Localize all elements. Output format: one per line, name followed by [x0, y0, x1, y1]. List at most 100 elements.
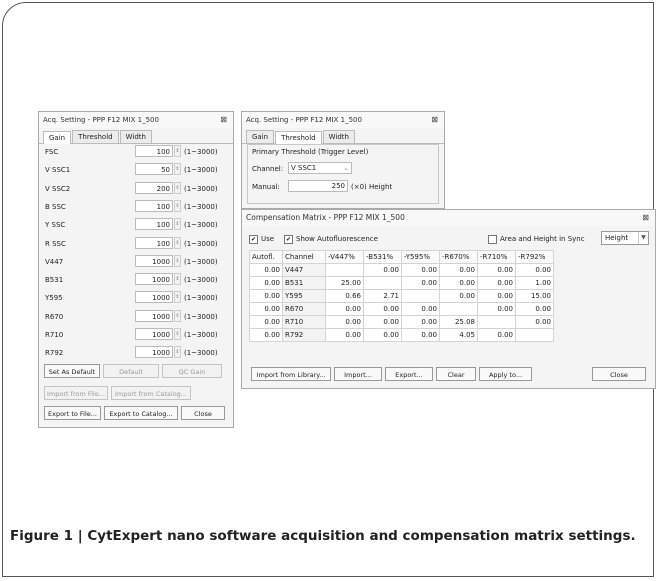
tab-width[interactable]: Width	[119, 130, 152, 143]
matrix-cell[interactable]	[325, 263, 364, 277]
matrix-cell[interactable]: 0.66	[325, 289, 364, 303]
gain-range-label: (1~3000)	[184, 202, 218, 211]
acq-close-icon[interactable]: ⊠	[220, 112, 227, 128]
matrix-cell[interactable]: 0.00	[325, 315, 364, 329]
spinner-icon[interactable]: ⇕	[174, 163, 181, 176]
matrix-cell[interactable]: 0.00	[515, 263, 554, 277]
gain-value-input[interactable]: 100	[135, 218, 173, 231]
matrix-cell[interactable]: 0.00	[401, 276, 440, 290]
matrix-cell[interactable]: 0.00	[477, 263, 516, 277]
import-button[interactable]: Import...	[334, 367, 382, 381]
matrix-cell[interactable]	[477, 315, 516, 329]
matrix-cell[interactable]: 0.00	[363, 328, 402, 342]
area-height-sync-checkbox[interactable]: Area and Height in Sync	[488, 233, 585, 245]
import-from-library-button[interactable]: Import from Library...	[251, 367, 331, 381]
gain-value-input[interactable]: 50	[135, 163, 173, 176]
matrix-cell[interactable]: 25.00	[325, 276, 364, 290]
gain-value-input[interactable]: 1000	[135, 328, 173, 340]
tab-gain[interactable]: Gain	[246, 130, 275, 143]
matrix-cell[interactable]: 0.00	[363, 263, 402, 277]
gain-value-input[interactable]: 1000	[135, 273, 173, 286]
spinner-icon[interactable]: ⇕	[174, 145, 181, 157]
gain-value-input[interactable]: 1000	[135, 346, 173, 359]
spinner-icon[interactable]: ⇕	[174, 328, 181, 340]
matrix-cell[interactable]: 0.00	[401, 328, 440, 342]
matrix-cell[interactable]: 0.00	[439, 289, 478, 303]
matrix-cell[interactable]: 0.00	[363, 315, 402, 329]
matrix-cell[interactable]: 0.00	[401, 315, 440, 329]
tab-threshold[interactable]: Threshold	[72, 130, 119, 143]
matrix-cell[interactable]: 0.00	[477, 328, 516, 342]
height-select[interactable]: Height ▼	[601, 231, 649, 245]
spinner-icon[interactable]: ⇕	[174, 218, 181, 231]
thr-channel-select[interactable]: V SSC1 ⌄	[288, 162, 352, 174]
spinner-icon[interactable]: ⇕	[174, 291, 181, 304]
gain-row: R SSC 100 ⇕ (1~3000)	[39, 236, 229, 251]
default-button[interactable]: Default	[103, 364, 159, 378]
export-button[interactable]: Export...	[385, 367, 433, 381]
use-checkbox[interactable]: ✔ Use	[249, 233, 274, 245]
autofl-cell[interactable]: 0.00	[249, 263, 283, 277]
gain-channel-label: FSC	[45, 148, 59, 156]
matrix-cell[interactable]: 4.05	[439, 328, 478, 342]
matrix-cell[interactable]	[515, 328, 554, 342]
spinner-icon[interactable]: ⇕	[174, 273, 181, 286]
matrix-cell[interactable]: 0.00	[363, 302, 402, 316]
spinner-icon[interactable]: ⇕	[174, 346, 181, 359]
gain-value-input[interactable]: 1000	[135, 254, 173, 267]
import-from-file-button[interactable]: Import from File...	[44, 386, 108, 400]
gain-value-input[interactable]: 100	[135, 145, 173, 157]
thr-manual-input[interactable]: 250	[288, 180, 348, 192]
autofl-cell[interactable]: 0.00	[249, 276, 283, 290]
matrix-cell[interactable]: 0.00	[515, 302, 554, 316]
clear-button[interactable]: Clear	[436, 367, 476, 381]
matrix-cell[interactable]: 0.00	[477, 289, 516, 303]
matrix-cell[interactable]: 0.00	[477, 302, 516, 316]
comp-close-icon[interactable]: ⊠	[642, 210, 649, 226]
thr-close-icon[interactable]: ⊠	[431, 112, 438, 128]
gain-value-input[interactable]: 200	[135, 181, 173, 194]
spinner-icon[interactable]: ⇕	[174, 236, 181, 249]
import-from-catalog-button[interactable]: Import from Catalog...	[111, 386, 191, 400]
set-as-default-button[interactable]: Set As Default	[44, 364, 100, 378]
autofl-cell[interactable]: 0.00	[249, 289, 283, 303]
gain-row: V SSC1 50 ⇕ (1~3000)	[39, 163, 229, 177]
qc-gain-button[interactable]: QC Gain	[162, 364, 222, 378]
spinner-icon[interactable]: ⇕	[174, 181, 181, 194]
comp-close-button[interactable]: Close	[592, 367, 646, 381]
acq-close-button[interactable]: Close	[181, 406, 225, 420]
export-to-file-button[interactable]: Export to File...	[44, 406, 101, 420]
matrix-cell[interactable]: 0.00	[401, 302, 440, 316]
matrix-cell[interactable]: 1.00	[515, 276, 554, 290]
tab-threshold[interactable]: Threshold	[275, 131, 322, 144]
matrix-cell[interactable]: 0.00	[325, 328, 364, 342]
export-to-catalog-button[interactable]: Export to Catalog...	[104, 406, 178, 420]
gain-value-input[interactable]: 1000	[135, 309, 173, 322]
gain-value-input[interactable]: 100	[135, 199, 173, 212]
autofl-cell[interactable]: 0.00	[249, 302, 283, 316]
spinner-icon[interactable]: ⇕	[174, 254, 181, 267]
matrix-cell[interactable]: 15.00	[515, 289, 554, 303]
autofl-cell[interactable]: 0.00	[249, 315, 283, 329]
show-autofluorescence-checkbox[interactable]: ✔ Show Autofluorescence	[284, 233, 378, 245]
tab-gain[interactable]: Gain	[43, 131, 72, 144]
gain-value-input[interactable]: 100	[135, 236, 173, 249]
matrix-cell[interactable]: 25.08	[439, 315, 478, 329]
thr-manual-label: Manual:	[252, 183, 280, 191]
matrix-cell[interactable]: 0.00	[325, 302, 364, 316]
matrix-cell[interactable]: 0.00	[439, 276, 478, 290]
apply-to-button[interactable]: Apply to...	[479, 367, 532, 381]
matrix-cell[interactable]: 2.71	[363, 289, 402, 303]
matrix-cell[interactable]: 0.00	[401, 263, 440, 277]
spinner-icon[interactable]: ⇕	[174, 309, 181, 322]
matrix-cell[interactable]: 0.00	[515, 315, 554, 329]
spinner-icon[interactable]: ⇕	[174, 199, 181, 212]
gain-value-input[interactable]: 1000	[135, 291, 173, 304]
matrix-cell[interactable]	[439, 302, 478, 316]
tab-width[interactable]: Width	[322, 130, 355, 143]
matrix-cell[interactable]: 0.00	[477, 276, 516, 290]
matrix-cell[interactable]	[401, 289, 440, 303]
matrix-cell[interactable]: 0.00	[439, 263, 478, 277]
matrix-cell[interactable]	[363, 276, 402, 290]
autofl-cell[interactable]: 0.00	[249, 328, 283, 342]
